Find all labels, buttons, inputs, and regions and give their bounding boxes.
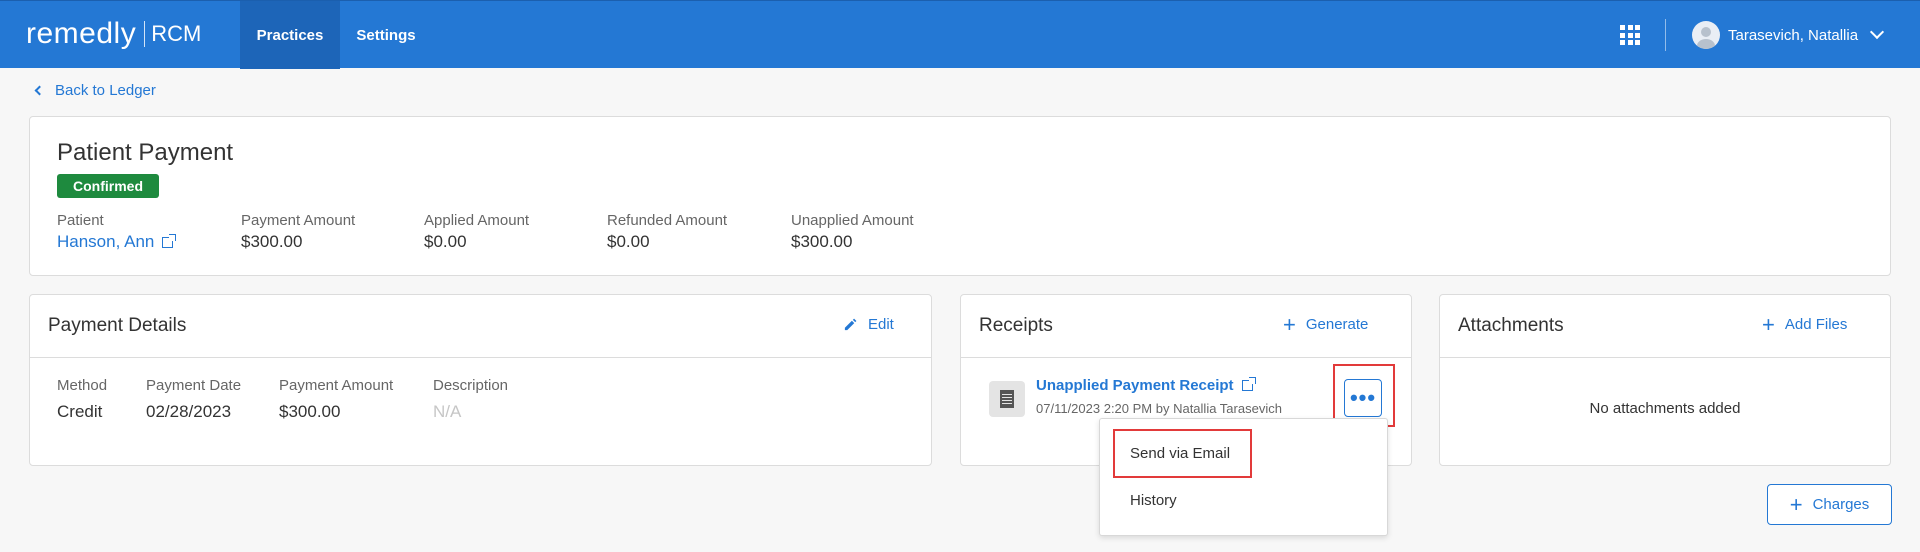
field-value: $0.00 bbox=[424, 232, 467, 251]
add-files-button[interactable]: + Add Files bbox=[1762, 312, 1848, 337]
chevron-down-icon bbox=[1869, 24, 1885, 40]
logo-sub: RCM bbox=[151, 21, 202, 46]
unapplied-amount-field: Unapplied Amount $300.00 bbox=[791, 212, 914, 252]
plus-icon: + bbox=[1762, 312, 1775, 337]
field-label: Description bbox=[433, 377, 509, 394]
payment-amount-field: Payment Amount $300.00 bbox=[279, 377, 393, 422]
field-label: Payment Date bbox=[146, 377, 242, 394]
field-value: N/A bbox=[433, 402, 462, 421]
patient-name: Hanson, Ann bbox=[57, 232, 155, 251]
external-link-icon bbox=[162, 233, 177, 248]
receipt-meta: 07/11/2023 2:20 PM by Natallia Tarasevic… bbox=[1036, 401, 1282, 416]
avatar bbox=[1692, 21, 1720, 49]
card-title: Payment Details bbox=[48, 315, 187, 336]
receipt-link[interactable]: Unapplied Payment Receipt bbox=[1036, 377, 1256, 394]
field-value: $300.00 bbox=[241, 232, 303, 251]
refunded-amount-field: Refunded Amount $0.00 bbox=[607, 212, 727, 252]
edit-label: Edit bbox=[868, 316, 894, 333]
payment-summary-card: Patient Payment Confirmed Patient Hanson… bbox=[29, 116, 1891, 276]
pencil-icon bbox=[844, 318, 857, 331]
generate-label: Generate bbox=[1305, 316, 1369, 333]
user-menu[interactable]: Tarasevich, Natallia bbox=[1692, 21, 1885, 49]
generate-button[interactable]: + Generate bbox=[1283, 312, 1369, 337]
field-value: Credit bbox=[57, 402, 103, 421]
field-label: Refunded Amount bbox=[607, 212, 728, 229]
payment-details-card: Payment Details Edit Method Credit Payme… bbox=[29, 294, 932, 466]
card-header: Receipts + Generate bbox=[961, 295, 1411, 358]
card-title: Receipts bbox=[979, 315, 1053, 336]
patient-link[interactable]: Hanson, Ann bbox=[57, 232, 177, 252]
applied-amount-field: Applied Amount $0.00 bbox=[424, 212, 529, 252]
card-header: Payment Details Edit bbox=[30, 295, 931, 358]
patient-field: Patient Hanson, Ann bbox=[57, 212, 177, 252]
field-value: $300.00 bbox=[279, 402, 341, 421]
grid-icon[interactable] bbox=[1620, 25, 1640, 45]
attachments-card: Attachments + Add Files No attachments a… bbox=[1439, 294, 1891, 466]
card-header: Attachments + Add Files bbox=[1440, 295, 1890, 358]
plus-icon: + bbox=[1283, 312, 1296, 337]
empty-state-text: No attachments added bbox=[1589, 400, 1741, 417]
field-label: Method bbox=[57, 377, 108, 394]
charges-label: Charges bbox=[1812, 496, 1870, 513]
field-label: Payment Amount bbox=[241, 212, 356, 229]
payment-date-field: Payment Date 02/28/2023 bbox=[146, 377, 241, 422]
field-value: 02/28/2023 bbox=[146, 402, 232, 421]
field-value: $300.00 bbox=[791, 232, 853, 251]
method-field: Method Credit bbox=[57, 377, 107, 422]
field-label: Unapplied Amount bbox=[791, 212, 914, 229]
header-divider bbox=[1665, 19, 1666, 51]
receipt-document-icon bbox=[989, 381, 1025, 417]
edit-button[interactable]: Edit bbox=[843, 316, 894, 333]
logo-brand: remedly bbox=[26, 17, 137, 50]
logo-divider bbox=[144, 21, 146, 47]
top-navigation-bar: remedly RCM Practices Settings Tarasevic… bbox=[0, 0, 1920, 69]
menu-item-history[interactable]: History bbox=[1130, 492, 1177, 509]
back-link-label: Back to Ledger bbox=[55, 82, 156, 99]
tab-practices[interactable]: Practices bbox=[240, 1, 340, 69]
field-label: Payment Amount bbox=[279, 377, 394, 394]
status-badge: Confirmed bbox=[57, 174, 159, 198]
receipt-name: Unapplied Payment Receipt bbox=[1036, 377, 1234, 394]
external-link-icon bbox=[1241, 377, 1256, 391]
plus-icon: + bbox=[1789, 492, 1803, 517]
field-label: Patient bbox=[57, 212, 104, 229]
app-logo[interactable]: remedly RCM bbox=[26, 17, 201, 51]
page-title: Patient Payment bbox=[57, 139, 234, 166]
description-field: Description N/A bbox=[433, 377, 508, 422]
add-charges-button[interactable]: + Charges bbox=[1767, 484, 1892, 525]
add-files-label: Add Files bbox=[1784, 316, 1848, 333]
back-to-ledger-link[interactable]: Back to Ledger bbox=[34, 82, 156, 99]
highlight-box bbox=[1113, 429, 1252, 478]
card-title: Attachments bbox=[1458, 315, 1564, 336]
field-value: $0.00 bbox=[607, 232, 650, 251]
payment-amount-field: Payment Amount $300.00 bbox=[241, 212, 355, 252]
tab-settings[interactable]: Settings bbox=[340, 1, 432, 69]
field-label: Applied Amount bbox=[424, 212, 530, 229]
chevron-left-icon bbox=[34, 85, 45, 96]
user-name: Tarasevich, Natallia bbox=[1728, 26, 1859, 44]
